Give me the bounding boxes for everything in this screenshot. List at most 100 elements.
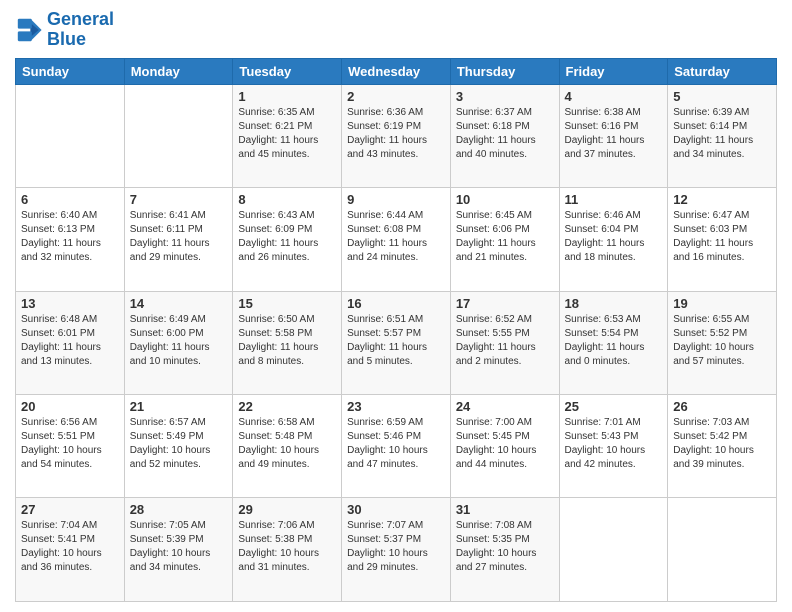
calendar-cell: 17 Sunrise: 6:52 AMSunset: 5:55 PMDayligh… <box>450 291 559 394</box>
calendar-cell: 26 Sunrise: 7:03 AMSunset: 5:42 PMDayligh… <box>668 395 777 498</box>
day-info: Sunrise: 6:41 AMSunset: 6:11 PMDaylight:… <box>130 209 228 265</box>
day-info: Sunrise: 6:59 AMSunset: 5:46 PMDaylight:… <box>347 416 445 472</box>
calendar-cell: 18 Sunrise: 6:53 AMSunset: 5:54 PMDayligh… <box>559 291 668 394</box>
day-info: Sunrise: 6:45 AMSunset: 6:06 PMDaylight:… <box>456 209 554 265</box>
day-info: Sunrise: 6:36 AMSunset: 6:19 PMDaylight:… <box>347 106 445 162</box>
day-number: 27 <box>21 502 119 517</box>
calendar-cell: 29 Sunrise: 7:06 AMSunset: 5:38 PMDayligh… <box>233 498 342 602</box>
day-number: 16 <box>347 296 445 311</box>
day-info: Sunrise: 7:03 AMSunset: 5:42 PMDaylight:… <box>673 416 771 472</box>
calendar-cell: 4 Sunrise: 6:38 AMSunset: 6:16 PMDaylight… <box>559 84 668 187</box>
calendar-cell: 15 Sunrise: 6:50 AMSunset: 5:58 PMDayligh… <box>233 291 342 394</box>
day-info: Sunrise: 7:06 AMSunset: 5:38 PMDaylight:… <box>238 519 336 575</box>
day-number: 21 <box>130 399 228 414</box>
calendar-cell: 2Sunrise: 6:36 AMSunset: 6:19 PMDaylight… <box>342 84 451 187</box>
logo: General Blue <box>15 10 114 50</box>
day-info: Sunrise: 7:04 AMSunset: 5:41 PMDaylight:… <box>21 519 119 575</box>
day-info: Sunrise: 6:37 AMSunset: 6:18 PMDaylight:… <box>456 106 554 162</box>
day-info: Sunrise: 6:55 AMSunset: 5:52 PMDaylight:… <box>673 313 771 369</box>
day-info: Sunrise: 6:44 AMSunset: 6:08 PMDaylight:… <box>347 209 445 265</box>
day-info: Sunrise: 6:57 AMSunset: 5:49 PMDaylight:… <box>130 416 228 472</box>
day-number: 18 <box>565 296 663 311</box>
calendar-cell: 30 Sunrise: 7:07 AMSunset: 5:37 PMDayligh… <box>342 498 451 602</box>
calendar-week-2: 6Sunrise: 6:40 AMSunset: 6:13 PMDaylight… <box>16 188 777 291</box>
calendar-table: SundayMondayTuesdayWednesdayThursdayFrid… <box>15 58 777 602</box>
day-number: 23 <box>347 399 445 414</box>
day-number: 19 <box>673 296 771 311</box>
calendar-cell: 22Sunrise: 6:58 AMSunset: 5:48 PMDayligh… <box>233 395 342 498</box>
day-number: 5 <box>673 89 771 104</box>
day-number: 6 <box>21 192 119 207</box>
day-number: 29 <box>238 502 336 517</box>
header-day-saturday: Saturday <box>668 58 777 84</box>
day-info: Sunrise: 6:52 AMSunset: 5:55 PMDaylight:… <box>456 313 554 369</box>
logo-icon <box>15 16 43 44</box>
calendar-cell: 7 Sunrise: 6:41 AMSunset: 6:11 PMDaylight… <box>124 188 233 291</box>
day-number: 13 <box>21 296 119 311</box>
page: General Blue SundayMondayTuesdayWednesda… <box>0 0 792 612</box>
day-number: 3 <box>456 89 554 104</box>
day-info: Sunrise: 6:38 AMSunset: 6:16 PMDaylight:… <box>565 106 663 162</box>
day-info: Sunrise: 6:50 AMSunset: 5:58 PMDaylight:… <box>238 313 336 369</box>
day-info: Sunrise: 6:49 AMSunset: 6:00 PMDaylight:… <box>130 313 228 369</box>
calendar-cell <box>668 498 777 602</box>
calendar-cell: 24 Sunrise: 7:00 AMSunset: 5:45 PMDayligh… <box>450 395 559 498</box>
calendar-cell: 10Sunrise: 6:45 AMSunset: 6:06 PMDayligh… <box>450 188 559 291</box>
calendar-week-5: 27 Sunrise: 7:04 AMSunset: 5:41 PMDayligh… <box>16 498 777 602</box>
day-info: Sunrise: 6:46 AMSunset: 6:04 PMDaylight:… <box>565 209 663 265</box>
day-number: 26 <box>673 399 771 414</box>
calendar-cell: 13 Sunrise: 6:48 AMSunset: 6:01 PMDayligh… <box>16 291 125 394</box>
logo-text: General Blue <box>47 10 114 50</box>
day-number: 1 <box>238 89 336 104</box>
day-number: 8 <box>238 192 336 207</box>
day-number: 9 <box>347 192 445 207</box>
calendar-cell <box>559 498 668 602</box>
day-info: Sunrise: 6:58 AMSunset: 5:48 PMDaylight:… <box>238 416 336 472</box>
header-day-tuesday: Tuesday <box>233 58 342 84</box>
header-day-friday: Friday <box>559 58 668 84</box>
day-info: Sunrise: 7:08 AMSunset: 5:35 PMDaylight:… <box>456 519 554 575</box>
day-info: Sunrise: 6:39 AMSunset: 6:14 PMDaylight:… <box>673 106 771 162</box>
calendar-cell: 25 Sunrise: 7:01 AMSunset: 5:43 PMDayligh… <box>559 395 668 498</box>
calendar-cell: 9 Sunrise: 6:44 AMSunset: 6:08 PMDaylight… <box>342 188 451 291</box>
day-number: 4 <box>565 89 663 104</box>
day-number: 31 <box>456 502 554 517</box>
calendar-cell: 6Sunrise: 6:40 AMSunset: 6:13 PMDaylight… <box>16 188 125 291</box>
calendar-header-row: SundayMondayTuesdayWednesdayThursdayFrid… <box>16 58 777 84</box>
header-day-sunday: Sunday <box>16 58 125 84</box>
day-number: 28 <box>130 502 228 517</box>
day-info: Sunrise: 7:07 AMSunset: 5:37 PMDaylight:… <box>347 519 445 575</box>
day-info: Sunrise: 6:47 AMSunset: 6:03 PMDaylight:… <box>673 209 771 265</box>
calendar-cell: 1Sunrise: 6:35 AMSunset: 6:21 PMDaylight… <box>233 84 342 187</box>
calendar-cell <box>124 84 233 187</box>
day-number: 20 <box>21 399 119 414</box>
calendar-cell: 23 Sunrise: 6:59 AMSunset: 5:46 PMDayligh… <box>342 395 451 498</box>
header-day-monday: Monday <box>124 58 233 84</box>
calendar-cell: 11Sunrise: 6:46 AMSunset: 6:04 PMDayligh… <box>559 188 668 291</box>
day-number: 15 <box>238 296 336 311</box>
calendar-cell: 20 Sunrise: 6:56 AMSunset: 5:51 PMDayligh… <box>16 395 125 498</box>
day-number: 14 <box>130 296 228 311</box>
day-number: 7 <box>130 192 228 207</box>
calendar-cell: 12 Sunrise: 6:47 AMSunset: 6:03 PMDayligh… <box>668 188 777 291</box>
calendar-week-4: 20 Sunrise: 6:56 AMSunset: 5:51 PMDayligh… <box>16 395 777 498</box>
header-day-wednesday: Wednesday <box>342 58 451 84</box>
calendar-cell: 5 Sunrise: 6:39 AMSunset: 6:14 PMDaylight… <box>668 84 777 187</box>
day-info: Sunrise: 6:53 AMSunset: 5:54 PMDaylight:… <box>565 313 663 369</box>
day-number: 17 <box>456 296 554 311</box>
day-number: 12 <box>673 192 771 207</box>
calendar-cell: 8Sunrise: 6:43 AMSunset: 6:09 PMDaylight… <box>233 188 342 291</box>
day-info: Sunrise: 7:05 AMSunset: 5:39 PMDaylight:… <box>130 519 228 575</box>
day-number: 24 <box>456 399 554 414</box>
day-number: 25 <box>565 399 663 414</box>
day-info: Sunrise: 6:56 AMSunset: 5:51 PMDaylight:… <box>21 416 119 472</box>
day-info: Sunrise: 7:01 AMSunset: 5:43 PMDaylight:… <box>565 416 663 472</box>
calendar-cell: 3 Sunrise: 6:37 AMSunset: 6:18 PMDaylight… <box>450 84 559 187</box>
calendar-cell: 27 Sunrise: 7:04 AMSunset: 5:41 PMDayligh… <box>16 498 125 602</box>
day-info: Sunrise: 7:00 AMSunset: 5:45 PMDaylight:… <box>456 416 554 472</box>
calendar-cell <box>16 84 125 187</box>
day-info: Sunrise: 6:48 AMSunset: 6:01 PMDaylight:… <box>21 313 119 369</box>
header: General Blue <box>15 10 777 50</box>
day-number: 30 <box>347 502 445 517</box>
calendar-cell: 28 Sunrise: 7:05 AMSunset: 5:39 PMDayligh… <box>124 498 233 602</box>
